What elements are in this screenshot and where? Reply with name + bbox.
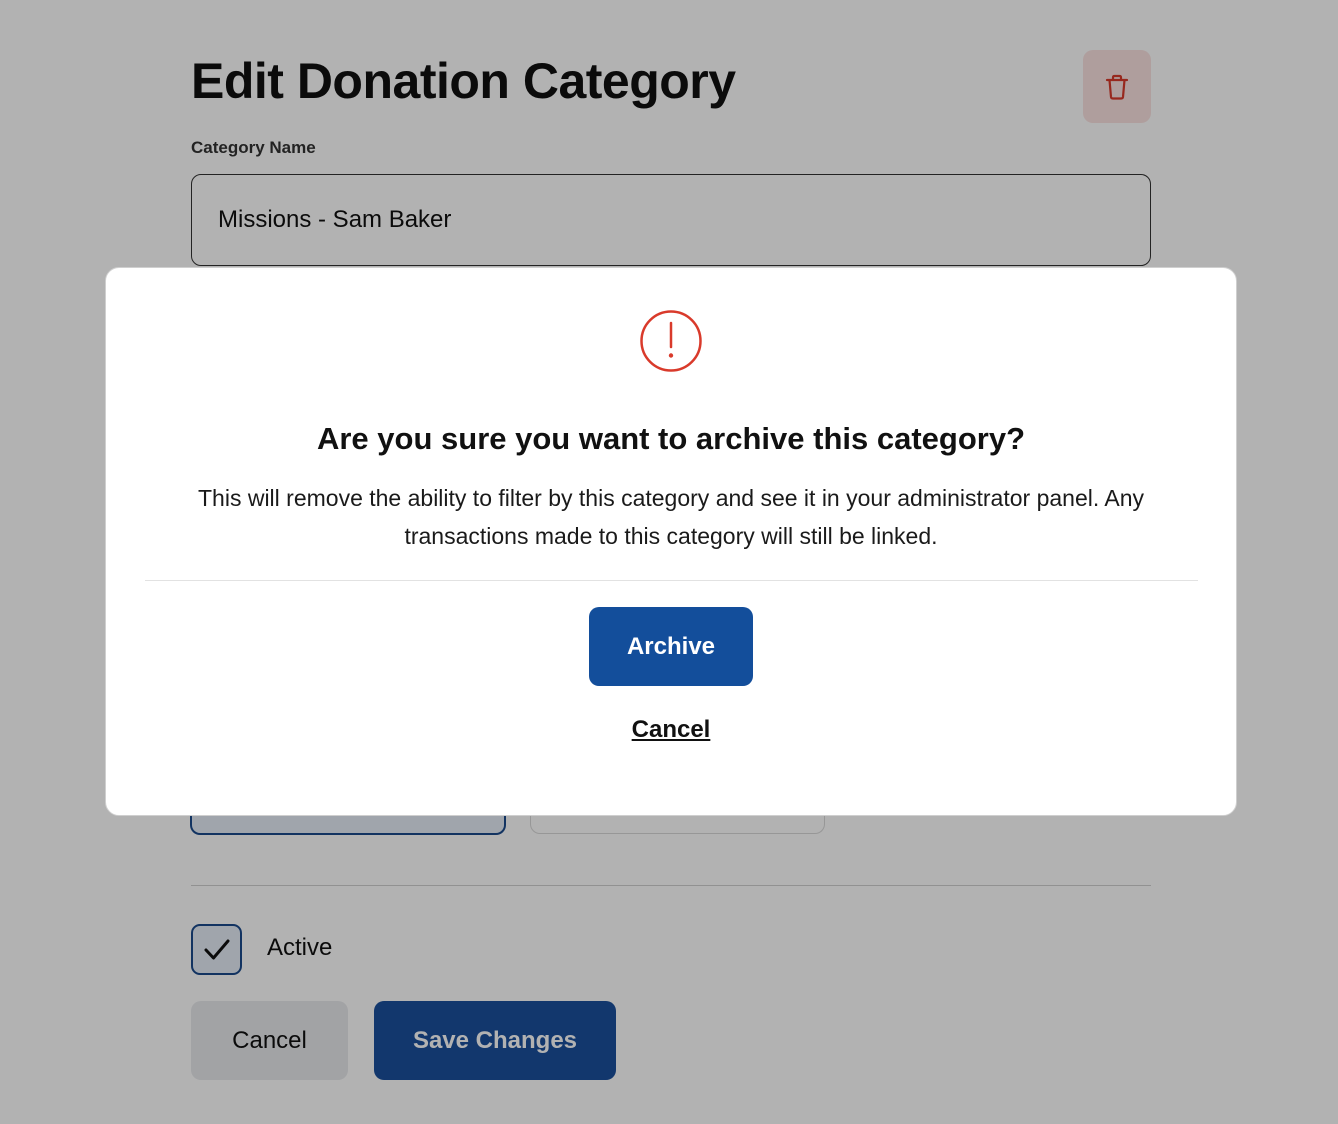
modal-divider <box>145 580 1198 581</box>
exclamation-circle-icon <box>640 310 702 372</box>
modal-message: This will remove the ability to filter b… <box>198 485 1144 549</box>
modal-cancel-row: Cancel <box>106 716 1236 744</box>
archive-button[interactable]: Archive <box>589 607 753 686</box>
modal-title: Are you sure you want to archive this ca… <box>316 421 1026 456</box>
modal-cancel-link[interactable]: Cancel <box>632 716 711 743</box>
archive-confirm-modal: Are you sure you want to archive this ca… <box>105 267 1237 816</box>
